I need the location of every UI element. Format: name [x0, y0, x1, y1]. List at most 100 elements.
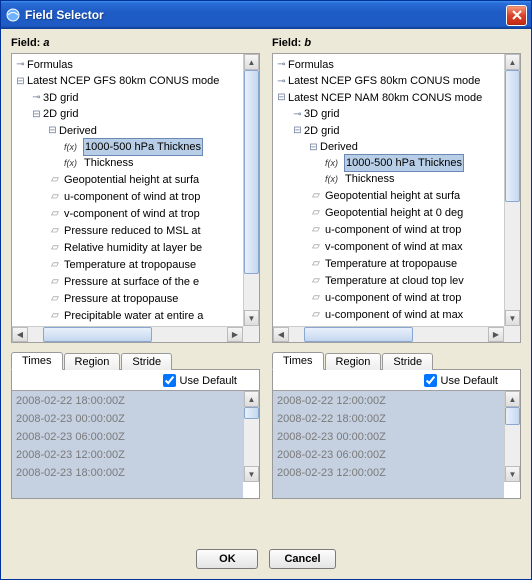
- vertical-scrollbar[interactable]: ▲▼: [243, 54, 259, 326]
- use-default-label: Use Default: [180, 375, 237, 387]
- field-a-label: Field: a: [11, 37, 260, 49]
- tree-leaf[interactable]: ▱Pressure at tropopause: [48, 291, 178, 307]
- horizontal-scrollbar[interactable]: ◀▶: [12, 326, 243, 342]
- formula-icon: f(x): [325, 171, 343, 187]
- list-item[interactable]: 2008-02-23 06:00:00Z: [12, 428, 243, 446]
- tree-leaf-selected[interactable]: f(x)1000-500 hPa Thicknes: [325, 155, 463, 171]
- cancel-button[interactable]: Cancel: [269, 549, 335, 569]
- tab-times[interactable]: Times: [272, 352, 324, 370]
- vertical-scrollbar[interactable]: ▲▼: [243, 391, 259, 482]
- field-icon: ▱: [309, 239, 323, 255]
- tree-leaf[interactable]: ▱Geopotential height at surfa: [309, 188, 460, 204]
- list-item[interactable]: 2008-02-23 00:00:00Z: [273, 428, 504, 446]
- scroll-left-icon[interactable]: ◀: [12, 327, 28, 342]
- expanded-icon[interactable]: ⊟: [32, 110, 41, 119]
- field-icon: ▱: [48, 257, 62, 273]
- tree-leaf[interactable]: f(x)Thickness: [325, 171, 395, 187]
- field-a-tree[interactable]: ⊸Formulas ⊟Latest NCEP GFS 80km CONUS mo…: [11, 53, 260, 343]
- use-default-checkbox[interactable]: [163, 374, 176, 387]
- tree-leaf[interactable]: ▱Temperature at tropopause: [48, 257, 196, 273]
- list-item[interactable]: 2008-02-23 12:00:00Z: [12, 446, 243, 464]
- tree-leaf[interactable]: ▱Relative humidity at layer be: [48, 240, 202, 256]
- toggle-icon[interactable]: ⊸: [293, 110, 302, 119]
- field-b-tree[interactable]: ⊸Formulas ⊸Latest NCEP GFS 80km CONUS mo…: [272, 53, 521, 343]
- field-icon: ▱: [309, 222, 323, 238]
- tree-node-derived[interactable]: ⊟Derived: [309, 139, 358, 155]
- horizontal-scrollbar[interactable]: ◀▶: [273, 326, 504, 342]
- vertical-scrollbar[interactable]: ▲▼: [504, 391, 520, 482]
- scroll-down-icon[interactable]: ▼: [505, 310, 520, 326]
- tab-stride[interactable]: Stride: [382, 353, 433, 370]
- close-button[interactable]: [506, 5, 527, 26]
- tree-leaf[interactable]: ▱Temperature at cloud top lev: [309, 273, 464, 289]
- tree-leaf-selected[interactable]: f(x)1000-500 hPa Thicknes: [64, 139, 202, 155]
- list-item[interactable]: 2008-02-22 18:00:00Z: [273, 410, 504, 428]
- tree-leaf[interactable]: ▱Precipitable water at entire a: [48, 308, 203, 324]
- tree-node-3dgrid[interactable]: ⊸3D grid: [293, 106, 339, 122]
- scroll-up-icon[interactable]: ▲: [244, 391, 259, 407]
- field-icon: ▱: [48, 223, 62, 239]
- tree-leaf[interactable]: ▱v-component of wind at trop: [48, 206, 200, 222]
- scroll-down-icon[interactable]: ▼: [244, 466, 259, 482]
- list-item[interactable]: 2008-02-22 12:00:00Z: [273, 392, 504, 410]
- vertical-scrollbar[interactable]: ▲▼: [504, 54, 520, 326]
- tree-leaf[interactable]: ▱Pressure at surface of the e: [48, 274, 199, 290]
- scroll-down-icon[interactable]: ▼: [505, 466, 520, 482]
- scroll-up-icon[interactable]: ▲: [505, 391, 520, 407]
- tree-leaf[interactable]: ▱Geopotential height at surfa: [48, 172, 199, 188]
- scroll-up-icon[interactable]: ▲: [505, 54, 520, 70]
- tree-node-formulas[interactable]: ⊸Formulas: [16, 57, 73, 73]
- scroll-right-icon[interactable]: ▶: [227, 327, 243, 342]
- tab-region[interactable]: Region: [325, 353, 382, 370]
- list-item[interactable]: 2008-02-23 00:00:00Z: [12, 410, 243, 428]
- tree-node-derived[interactable]: ⊟Derived: [48, 123, 97, 139]
- tree-leaf[interactable]: ▱u-component of wind at trop: [309, 290, 461, 306]
- field-b-column: Field: b ⊸Formulas ⊸Latest NCEP GFS 80km…: [272, 37, 521, 541]
- toggle-icon[interactable]: ⊸: [277, 60, 286, 69]
- toggle-icon[interactable]: ⊸: [277, 77, 286, 86]
- field-icon: ▱: [309, 273, 323, 289]
- formula-icon: f(x): [325, 155, 343, 171]
- tree-node-2dgrid[interactable]: ⊟2D grid: [293, 123, 339, 139]
- tab-panel-b: Use Default 2008-02-22 12:00:00Z 2008-02…: [272, 369, 521, 499]
- tree-leaf[interactable]: ▱Pressure reduced to MSL at: [48, 223, 201, 239]
- scroll-right-icon[interactable]: ▶: [488, 327, 504, 342]
- scroll-left-icon[interactable]: ◀: [273, 327, 289, 342]
- expanded-icon[interactable]: ⊟: [16, 77, 25, 86]
- times-list-b[interactable]: 2008-02-22 12:00:00Z 2008-02-22 18:00:00…: [273, 390, 520, 498]
- expanded-icon[interactable]: ⊟: [293, 126, 302, 135]
- tree-leaf[interactable]: ▱Temperature at tropopause: [309, 256, 457, 272]
- field-icon: ▱: [48, 308, 62, 324]
- tree-leaf[interactable]: ▱u-component of wind at trop: [48, 189, 200, 205]
- ok-button[interactable]: OK: [196, 549, 258, 569]
- tree-leaf[interactable]: ▱u-component of wind at trop: [309, 222, 461, 238]
- list-item[interactable]: 2008-02-23 06:00:00Z: [273, 446, 504, 464]
- titlebar[interactable]: Field Selector: [1, 1, 531, 29]
- scroll-up-icon[interactable]: ▲: [244, 54, 259, 70]
- tree-node-source[interactable]: ⊟Latest NCEP NAM 80km CONUS mode: [277, 90, 482, 106]
- tree-node-formulas[interactable]: ⊸Formulas: [277, 57, 334, 73]
- expanded-icon[interactable]: ⊟: [309, 143, 318, 152]
- tree-leaf[interactable]: f(x)Thickness: [64, 155, 134, 171]
- expanded-icon[interactable]: ⊟: [48, 126, 57, 135]
- list-item[interactable]: 2008-02-23 12:00:00Z: [273, 464, 504, 482]
- times-list-a[interactable]: 2008-02-22 18:00:00Z 2008-02-23 00:00:00…: [12, 390, 259, 498]
- list-item[interactable]: 2008-02-23 18:00:00Z: [12, 464, 243, 482]
- list-item[interactable]: 2008-02-22 18:00:00Z: [12, 392, 243, 410]
- tab-stride[interactable]: Stride: [121, 353, 172, 370]
- tab-region[interactable]: Region: [64, 353, 121, 370]
- expanded-icon[interactable]: ⊟: [277, 93, 286, 102]
- tree-node-3dgrid[interactable]: ⊸3D grid: [32, 90, 78, 106]
- tree-leaf[interactable]: ▱v-component of wind at max: [309, 239, 463, 255]
- tree-leaf[interactable]: ▱Geopotential height at 0 deg: [309, 205, 463, 221]
- use-default-checkbox[interactable]: [424, 374, 437, 387]
- toggle-icon[interactable]: ⊸: [16, 60, 25, 69]
- tree-node-source[interactable]: ⊟Latest NCEP GFS 80km CONUS mode: [16, 73, 219, 89]
- toggle-icon[interactable]: ⊸: [32, 93, 41, 102]
- tree-node-source[interactable]: ⊸Latest NCEP GFS 80km CONUS mode: [277, 73, 480, 89]
- scroll-down-icon[interactable]: ▼: [244, 310, 259, 326]
- tree-node-2dgrid[interactable]: ⊟2D grid: [32, 106, 78, 122]
- tab-times[interactable]: Times: [11, 352, 63, 370]
- tree-leaf[interactable]: ▱u-component of wind at max: [309, 307, 463, 323]
- field-icon: ▱: [48, 291, 62, 307]
